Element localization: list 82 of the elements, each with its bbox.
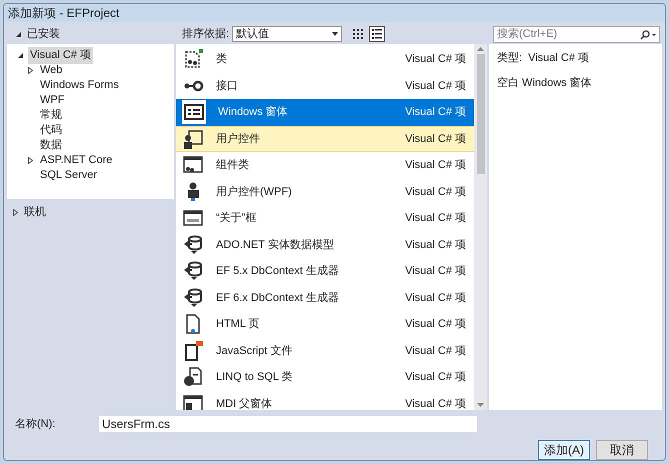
user-control-icon [182,128,204,150]
collapsed-arrow-icon[interactable] [27,157,34,164]
template-name: 用户控件(WPF) [216,184,293,200]
template-name: EF 5.x DbContext 生成器 [216,264,340,279]
template-type: Visual C# 项 [405,158,466,173]
template-name: 接口 [216,78,239,94]
template-name: 组件类 [216,158,250,173]
template-name: JavaScript 文件 [216,344,294,358]
template-name: MDI 父窗体 [216,396,274,410]
collapsed-arrow-icon[interactable] [27,67,34,74]
template-type: Visual C# 项 [405,317,466,332]
template-name: Windows 窗体 [218,104,289,120]
tree-item[interactable]: ASP.NET Core [40,152,112,169]
template-name: “关于”框 [216,210,258,226]
name-input-field[interactable]: UsersFrm.cs [99,416,477,432]
template-row[interactable]: “关于”框 Visual C# 项 [176,205,474,232]
database-class-icon [182,366,204,388]
template-type: Visual C# 项 [405,105,466,120]
tree-item[interactable]: 数据 [40,137,62,154]
list-view-button[interactable] [369,26,386,42]
template-row[interactable]: 用户控件(WPF) Visual C# 项 [176,178,474,205]
scroll-up-arrow-icon[interactable] [477,47,484,51]
template-type: Visual C# 项 [405,52,466,67]
template-name: HTML 页 [216,317,261,332]
tree-item[interactable]: 联机 [24,204,46,220]
tree-item[interactable]: 常规 [40,107,62,124]
tree-item[interactable]: SQL Server [40,167,98,184]
template-row[interactable]: 用户控件 Visual C# 项 [176,126,474,152]
tree-item[interactable]: 代码 [40,122,62,139]
description-text: 空白 Windows 窗体 [497,76,593,90]
type-label: 类型: [497,51,522,66]
template-row[interactable]: JavaScript 文件 Visual C# 项 [176,338,474,364]
template-row[interactable]: LINQ to SQL 类 Visual C# 项 [176,364,474,390]
data-model-icon [182,286,204,309]
template-row[interactable]: 接口 Visual C# 项 [176,72,474,99]
window-title: 添加新项 - EFProject [8,5,120,22]
name-label: 名称(N): [14,416,56,432]
tree-item[interactable]: Windows Forms [40,77,119,94]
expanded-arrow-icon[interactable] [17,52,24,59]
dialog-button[interactable]: 添加(A) [538,440,590,460]
collapsed-arrow-icon[interactable] [12,208,19,216]
parent-window-icon [182,392,204,410]
scrollbar-thumb[interactable] [476,54,484,174]
template-row[interactable]: Windows 窗体 Visual C# 项 [176,99,474,126]
template-type: Visual C# 项 [405,370,466,385]
data-model-icon [182,234,204,256]
template-name: LINQ to SQL 类 [216,370,294,385]
tree-item[interactable]: WPF [40,92,64,109]
sort-label: 排序依据: [182,26,230,42]
template-row[interactable]: MDI 父窗体 Visual C# 项 [176,390,474,410]
template-type: Visual C# 项 [405,211,466,226]
template-row[interactable]: EF 6.x DbContext 生成器 Visual C# 项 [176,284,474,311]
template-type: Visual C# 项 [405,132,466,146]
template-row[interactable]: 组件类 Visual C# 项 [176,152,474,178]
search-field[interactable]: 搜索(Ctrl+E) [493,26,660,42]
template-name: ADO.NET 实体数据模型 [216,238,335,252]
template-name: EF 6.x DbContext 生成器 [216,290,340,306]
search-icon[interactable] [639,30,657,40]
tree-item[interactable]: 已安装 [27,26,60,42]
expanded-arrow-icon[interactable] [15,30,22,38]
tree-item[interactable]: Web [40,62,62,79]
dialog-button[interactable]: 取消 [596,440,648,460]
template-name: 用户控件 [216,132,261,146]
template-type: Visual C# 项 [405,238,466,252]
dropdown-arrow-icon [332,32,338,36]
data-model-icon [182,260,204,282]
template-type: Visual C# 项 [405,184,466,200]
scroll-down-arrow-icon[interactable] [477,403,484,407]
template-name: 类 [216,52,228,67]
tree-item[interactable]: Visual C# 项 [28,47,93,64]
script-file-icon [182,340,204,362]
template-type: Visual C# 项 [405,396,466,410]
template-type: Visual C# 项 [405,264,466,279]
template-row[interactable]: ADO.NET 实体数据模型 Visual C# 项 [176,232,474,258]
template-row[interactable]: 类 Visual C# 项 [176,46,474,72]
template-row[interactable]: HTML 页 Visual C# 项 [176,311,474,338]
template-type: Visual C# 项 [405,290,466,306]
template-type: Visual C# 项 [405,344,466,358]
template-type: Visual C# 项 [405,78,466,94]
sort-dropdown[interactable]: 默认值 [232,26,342,42]
type-value: Visual C# 项 [528,51,589,66]
template-row[interactable]: EF 5.x DbContext 生成器 Visual C# 项 [176,258,474,284]
